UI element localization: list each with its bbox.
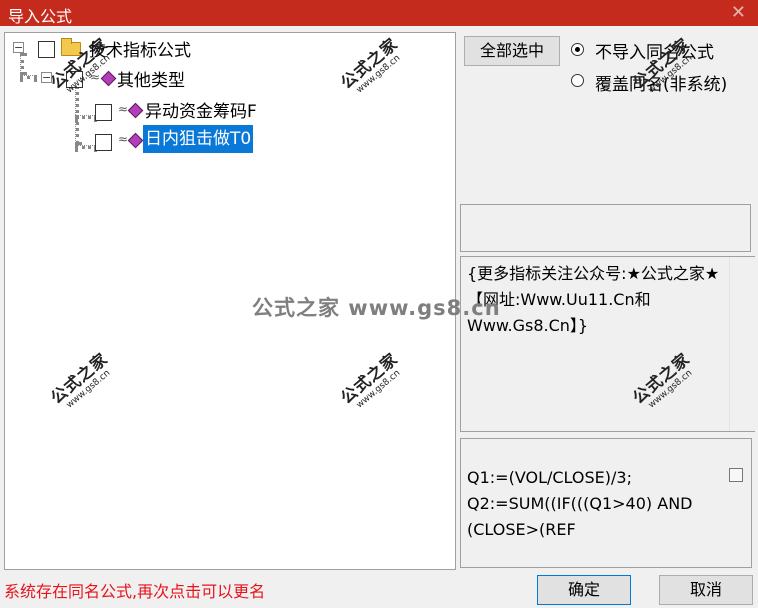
code-preview-box[interactable]: Q1:=(VOL/CLOSE)/3; Q2:=SUM((IF(((Q1>40) …: [460, 438, 752, 568]
item-checkbox[interactable]: [95, 134, 112, 151]
formula-type-icon: ≈: [118, 102, 129, 116]
tree-item-label[interactable]: 异动资金筹码F: [145, 97, 257, 122]
center-watermark: 公式之家 www.gs8.cn: [252, 296, 501, 320]
code-preview-text: Q1:=(VOL/CLOSE)/3; Q2:=SUM((IF(((Q1>40) …: [467, 468, 693, 539]
radio-overwrite[interactable]: [571, 74, 584, 87]
window-title: 导入公式: [8, 7, 73, 26]
empty-info-box: [460, 204, 751, 252]
tree-connector: [20, 75, 37, 79]
tree-group-label[interactable]: 其他类型: [117, 66, 185, 91]
radio-skip-duplicates[interactable]: [571, 43, 584, 56]
item-checkbox[interactable]: [95, 104, 112, 121]
tree-connector: [75, 115, 97, 119]
formula-diamond-icon: [100, 70, 117, 87]
root-expander[interactable]: −: [13, 42, 24, 53]
select-all-button[interactable]: 全部选中: [464, 36, 560, 66]
description-box[interactable]: {更多指标关注公众号:★公式之家★【网址:Www.Uu11.Cn和Www.Gs8…: [460, 256, 755, 432]
cancel-button[interactable]: 取消: [659, 575, 753, 605]
tree-connector: [75, 145, 97, 149]
ok-button[interactable]: 确定: [537, 575, 631, 605]
formula-type-icon: ≈: [118, 132, 129, 146]
tree-item-label-selected[interactable]: 日内狙击做T0: [143, 125, 254, 153]
formula-diamond-icon: [127, 132, 144, 149]
title-bar: 导入公式 ✕: [0, 0, 758, 26]
tree-connector: [20, 53, 24, 75]
code-preview-checkbox[interactable]: [729, 468, 743, 482]
description-text: {更多指标关注公众号:★公式之家★【网址:Www.Uu11.Cn和Www.Gs8…: [467, 264, 720, 335]
close-icon[interactable]: ✕: [731, 2, 746, 23]
status-message: 系统存在同名公式,再次点击可以更名: [4, 582, 266, 601]
formula-diamond-icon: [127, 102, 144, 119]
root-checkbox[interactable]: [38, 41, 55, 58]
description-scrollbar[interactable]: [729, 257, 755, 431]
